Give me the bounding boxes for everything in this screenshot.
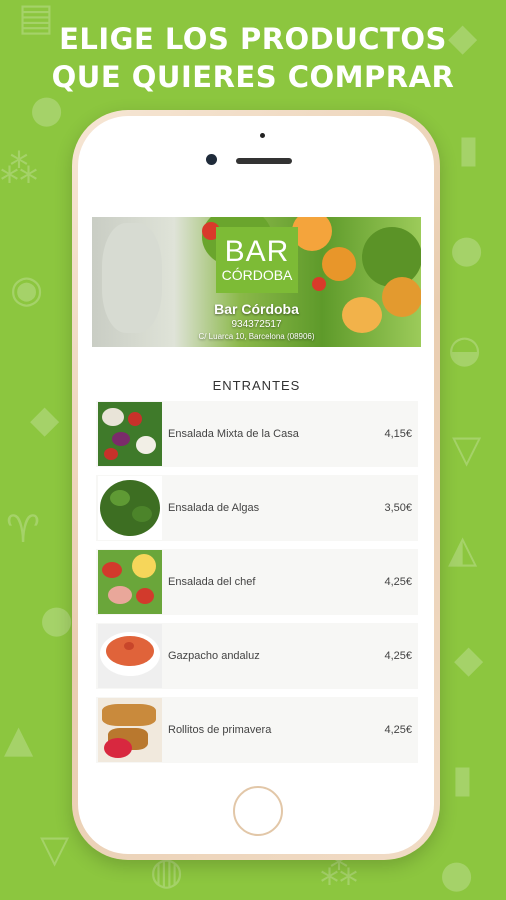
product-price: 4,25€ [384,724,412,736]
ice-cream-icon: ▲ [4,717,34,761]
headline-line-1: ELIGE LOS PRODUCTOS [59,22,447,56]
home-button[interactable] [233,786,283,836]
grapes-icon: ⁂ [0,147,38,191]
bottle-icon: ▮ [458,127,479,171]
restaurant-address: C/ Luarca 10, Barcelona (08906) [198,332,315,341]
product-price: 4,25€ [384,576,412,588]
logo-text-bar: BAR [224,235,290,268]
restaurant-name: Bar Córdoba [214,301,299,317]
cake-icon: ◭ [448,527,478,571]
product-price: 4,15€ [384,428,412,440]
cocktail-icon: ▽ [40,827,70,871]
front-camera-icon [206,154,217,165]
product-image-ensalada-mixta [98,402,162,466]
fruit-icon: ● [450,227,484,271]
product-price: 4,25€ [384,650,412,662]
melon-image [292,217,332,251]
restaurant-phone[interactable]: 934372517 [92,319,421,330]
fish-icon: ◆ [454,637,484,681]
wine-bottle-icon: ▮ [452,757,473,801]
noodles-icon: ◒ [448,327,482,371]
product-price: 3,50€ [384,502,412,514]
section-title-entrantes: ENTRANTES [212,378,301,393]
earpiece-speaker [236,158,292,164]
sushi-icon: ◉ [10,267,44,311]
wine-glass-icon: ♈ [6,507,41,551]
fruit-icon: ● [440,852,474,896]
bar-cordoba-logo: BAR CÓRDOBA [216,227,298,293]
fish-icon: ◆ [30,397,60,441]
cocktail-icon: ▽ [452,427,482,471]
product-item[interactable]: Rollitos de primavera 4,25€ [96,697,418,763]
product-item[interactable]: Ensalada Mixta de la Casa 4,15€ [96,401,418,467]
pear-icon: ● [40,597,74,641]
product-item[interactable]: Gazpacho andaluz 4,25€ [96,623,418,689]
product-image-rollitos [98,698,162,762]
restaurant-header: BAR CÓRDOBA Bar Córdoba 934372517 C/ Lua… [92,217,421,347]
product-image-ensalada-algas [98,476,162,540]
product-item[interactable]: Ensalada del chef 4,25€ [96,549,418,615]
product-image-ensalada-chef [98,550,162,614]
tomato-image [312,277,326,291]
app-screen: BAR CÓRDOBA Bar Córdoba 934372517 C/ Lua… [92,217,421,770]
product-item[interactable]: Ensalada de Algas 3,50€ [96,475,418,541]
proximity-sensor [260,133,265,138]
product-name: Ensalada de Algas [168,502,260,514]
logo-text-name: CÓRDOBA [221,267,293,283]
headline-line-2: QUE QUIERES COMPRAR [51,60,455,94]
product-name: Rollitos de primavera [168,724,272,736]
lettuce-image [362,227,421,287]
promo-headline: ELIGE LOS PRODUCTOS QUE QUIERES COMPRAR [0,20,506,96]
product-name: Ensalada Mixta de la Casa [168,428,299,440]
product-name: Gazpacho andaluz [168,650,260,662]
melon-image [322,247,356,281]
product-image-gazpacho [98,624,162,688]
product-name: Ensalada del chef [168,576,256,588]
